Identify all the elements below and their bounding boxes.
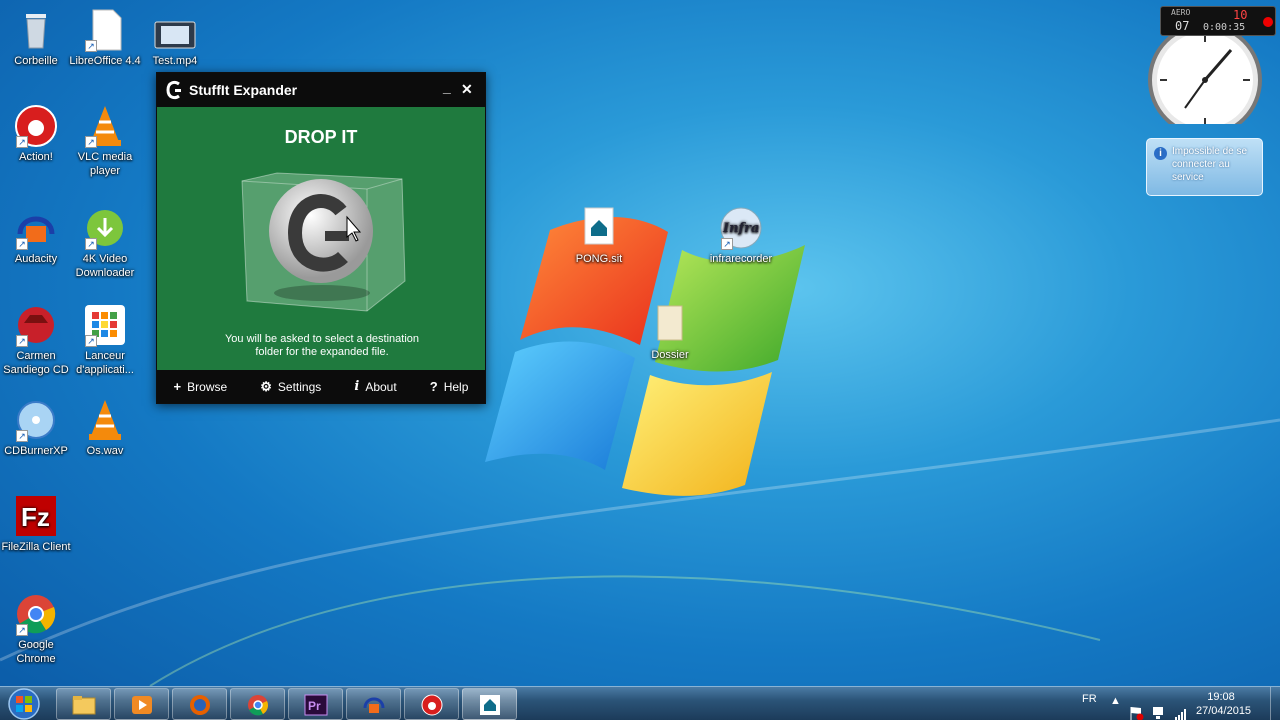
taskbar-media-player[interactable] bbox=[114, 688, 169, 720]
stuffit-archive-icon bbox=[577, 206, 621, 250]
drop-title: DROP IT bbox=[284, 127, 358, 147]
info-icon: i bbox=[354, 379, 360, 394]
about-button[interactable]: i About bbox=[354, 379, 396, 394]
taskbar: Pr FR ▲ 19:08 27/04/2015 bbox=[0, 686, 1280, 720]
question-icon: ? bbox=[429, 379, 438, 394]
record-indicator-icon bbox=[1263, 17, 1273, 27]
filezilla-icon: Fz bbox=[14, 494, 58, 538]
desktop-icon-cdburnerxp[interactable]: ↗ CDBurnerXP bbox=[0, 398, 72, 458]
desktop-icon-infrarecorder[interactable]: Infra ↗ infrarecorder bbox=[705, 206, 777, 266]
signal-icon[interactable] bbox=[1174, 697, 1188, 720]
minimize-button[interactable]: _ bbox=[443, 79, 451, 95]
info-icon: i bbox=[1154, 147, 1167, 160]
premiere-icon: Pr bbox=[304, 694, 328, 716]
action-recorder-icon: ↗ bbox=[14, 104, 58, 148]
taskbar-file-explorer[interactable] bbox=[56, 688, 111, 720]
taskbar-stuffit[interactable] bbox=[462, 688, 517, 720]
window-toolbar: + Browse ⚙ Settings i About ? Help bbox=[157, 370, 485, 403]
audacity-icon bbox=[363, 697, 385, 713]
taskbar-chrome[interactable] bbox=[230, 688, 285, 720]
network-icon[interactable] bbox=[1152, 696, 1166, 720]
settings-button[interactable]: ⚙ Settings bbox=[260, 379, 321, 395]
action-center-flag-icon[interactable] bbox=[1128, 696, 1144, 720]
desktop-icon-audacity[interactable]: ↗ Audacity bbox=[0, 206, 72, 266]
chrome-icon: ↗ bbox=[14, 592, 58, 636]
desktop-icon-os-wav[interactable]: Os.wav bbox=[69, 398, 141, 458]
show-desktop-button[interactable] bbox=[1270, 687, 1280, 720]
help-button[interactable]: ? Help bbox=[430, 379, 469, 394]
vlc-icon: ↗ bbox=[83, 104, 127, 148]
window-title: StuffIt Expander bbox=[189, 82, 298, 98]
desktop-icon-corbeille[interactable]: Corbeille bbox=[0, 8, 72, 68]
taskbar-firefox[interactable] bbox=[172, 688, 227, 720]
stuffit-window[interactable]: StuffIt Expander _ ✕ DROP IT You will be… bbox=[156, 72, 486, 404]
taskbar-premiere[interactable]: Pr bbox=[288, 688, 343, 720]
desktop-icon-dossier[interactable]: Dossier bbox=[634, 302, 706, 362]
plus-icon: + bbox=[173, 379, 182, 394]
window-title-bar[interactable]: StuffIt Expander _ ✕ bbox=[157, 73, 485, 107]
folder-icon bbox=[648, 302, 692, 346]
desktop-icon-vlc[interactable]: ↗ VLC media player bbox=[69, 104, 141, 178]
desktop-icon-filezilla[interactable]: Fz FileZilla Client bbox=[0, 494, 72, 554]
desktop-icon-action[interactable]: ↗ Action! bbox=[0, 104, 72, 164]
video-file-icon bbox=[153, 18, 197, 52]
desktop-icon-app-launcher[interactable]: ↗ Lanceur d'applicati... bbox=[69, 303, 141, 377]
taskbar-clock[interactable]: 19:08 27/04/2015 bbox=[1196, 690, 1251, 718]
svg-text:Fz: Fz bbox=[21, 502, 50, 532]
desktop-icon-carmen-sandiego[interactable]: ↗ Carmen Sandiego CD bbox=[0, 303, 72, 377]
infrarecorder-icon: Infra ↗ bbox=[719, 206, 763, 250]
language-indicator[interactable]: FR bbox=[1082, 693, 1097, 720]
taskbar-audacity[interactable] bbox=[346, 688, 401, 720]
browse-button[interactable]: + Browse bbox=[174, 379, 228, 394]
audacity-icon: ↗ bbox=[14, 206, 58, 250]
video-downloader-icon: ↗ bbox=[83, 206, 127, 250]
close-button[interactable]: ✕ bbox=[461, 81, 473, 98]
chrome-icon bbox=[248, 695, 268, 716]
svg-text:Pr: Pr bbox=[308, 699, 321, 713]
carmen-sandiego-icon: ↗ bbox=[14, 303, 58, 347]
libreoffice-icon: ↗ bbox=[83, 8, 127, 52]
drop-zone-cube[interactable] bbox=[237, 171, 407, 316]
stuffit-icon bbox=[480, 695, 500, 715]
cdburner-icon: ↗ bbox=[14, 398, 58, 442]
desktop-icon-libreoffice[interactable]: ↗ LibreOffice 4.4 bbox=[69, 8, 141, 68]
desktop-icon-test-mp4[interactable]: Test.mp4 bbox=[139, 18, 211, 68]
recording-counter: AERO 07 10 0:00:35 bbox=[1160, 6, 1276, 36]
firefox-icon bbox=[190, 695, 210, 715]
audio-file-icon bbox=[83, 398, 127, 442]
app-launcher-icon: ↗ bbox=[83, 303, 127, 347]
svg-text:Infra: Infra bbox=[722, 221, 759, 236]
show-hidden-icons-icon[interactable]: ▲ bbox=[1110, 695, 1121, 720]
taskbar-action-recorder[interactable] bbox=[404, 688, 459, 720]
media-player-icon bbox=[132, 696, 152, 714]
stuffit-logo-icon bbox=[166, 80, 181, 100]
desktop-icon-4k-downloader[interactable]: ↗ 4K Video Downloader bbox=[69, 206, 141, 280]
file-explorer-icon bbox=[72, 696, 96, 715]
connection-notice[interactable]: i Impossible de se connecter au service bbox=[1146, 138, 1263, 196]
action-recorder-icon bbox=[421, 694, 443, 716]
desktop-icon-pong-sit[interactable]: PONG.sit bbox=[563, 206, 635, 266]
gear-icon: ⚙ bbox=[260, 378, 272, 394]
recycle-bin-icon bbox=[14, 8, 58, 52]
drop-hint: You will be asked to select a destinatio… bbox=[224, 333, 420, 358]
start-button[interactable] bbox=[4, 687, 44, 720]
desktop-icon-chrome[interactable]: ↗ Google Chrome bbox=[0, 592, 72, 666]
